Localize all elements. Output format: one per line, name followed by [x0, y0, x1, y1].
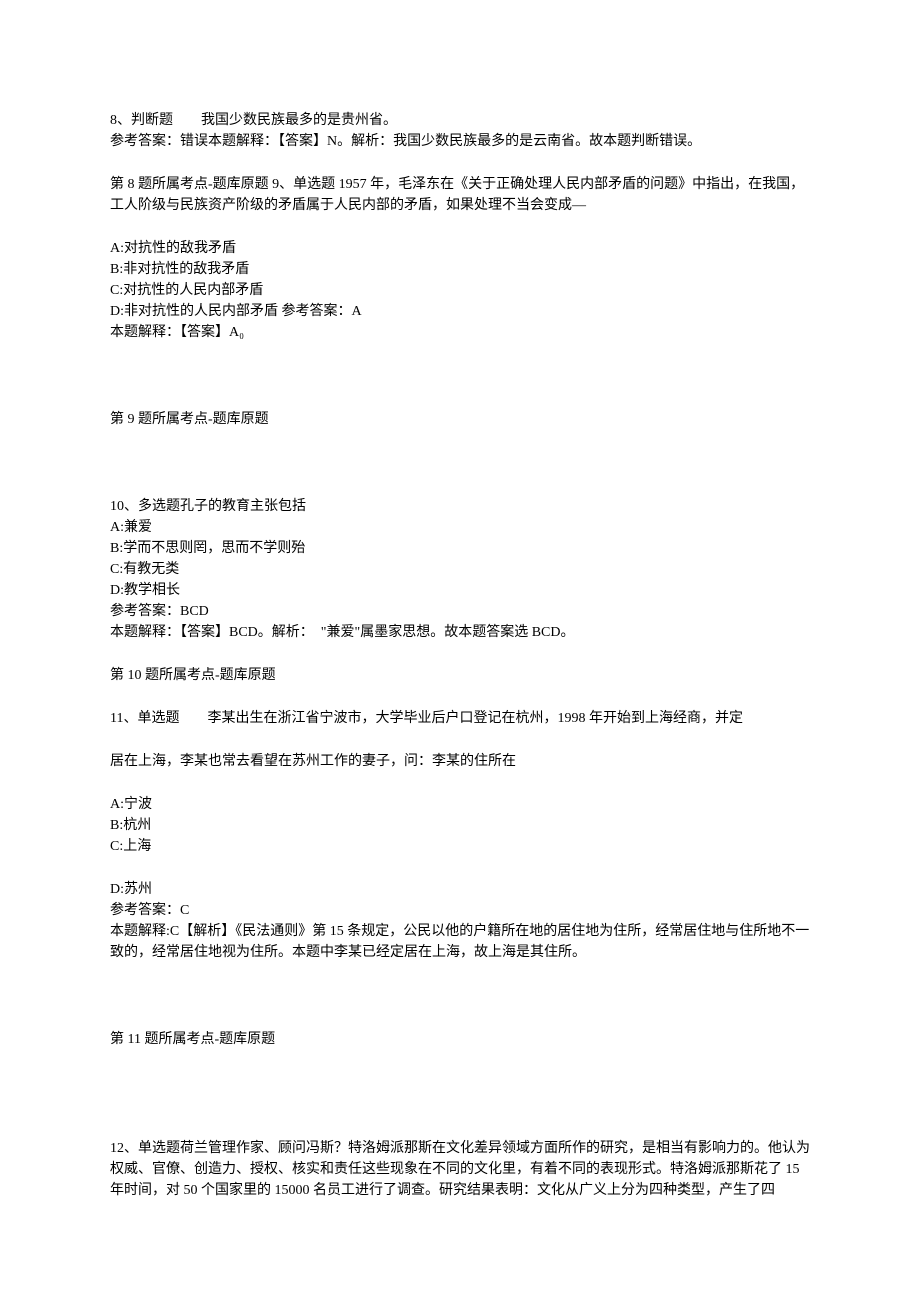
q10-answer: 参考答案：BCD — [110, 601, 810, 622]
q10-option-b: B:学而不思则罔，思而不学则殆 — [110, 538, 810, 559]
q10-option-d: D:教学相长 — [110, 580, 810, 601]
q10-option-c: C:有教无类 — [110, 559, 810, 580]
q9-option-b: B:非对抗性的敌我矛盾 — [110, 259, 810, 280]
q11-explain: 本题解释:C【解析】《民法通则》第 15 条规定，公民以他的户籍所在地的居住地为… — [110, 921, 810, 963]
document-page: 8、判断题 我国少数民族最多的是贵州省。 参考答案：错误本题解释：【答案】N。解… — [0, 0, 920, 1261]
q8-question: 8、判断题 我国少数民族最多的是贵州省。 — [110, 110, 810, 131]
q9-option-a: A:对抗性的敌我矛盾 — [110, 238, 810, 259]
q10-question: 10、多选题孔子的教育主张包括 — [110, 496, 810, 517]
q9-footer: 第 9 题所属考点-题库原题 — [110, 409, 810, 430]
q10-footer: 第 10 题所属考点-题库原题 — [110, 665, 810, 686]
q11-option-b: B:杭州 — [110, 815, 810, 836]
q11-option-a: A:宁波 — [110, 794, 810, 815]
q11-option-c: C:上海 — [110, 836, 810, 857]
q9-intro: 第 8 题所属考点-题库原题 9、单选题 1957 年，毛泽东在《关于正确处理人… — [110, 174, 810, 216]
q9-option-d: D:非对抗性的人民内部矛盾 参考答案：A — [110, 301, 810, 322]
q9-option-c: C:对抗性的人民内部矛盾 — [110, 280, 810, 301]
q9-explain: 本题解释：【答案】A₀ — [110, 322, 810, 343]
q11-answer: 参考答案：C — [110, 900, 810, 921]
q8-answer: 参考答案：错误本题解释：【答案】N。解析：我国少数民族最多的是云南省。故本题判断… — [110, 131, 810, 152]
q12-question: 12、单选题荷兰管理作家、顾问冯斯？特洛姆派那斯在文化差异领域方面所作的研究，是… — [110, 1138, 810, 1201]
q11-question-part2: 居在上海，李某也常去看望在苏州工作的妻子，问：李某的住所在 — [110, 751, 810, 772]
q10-explain: 本题解释：【答案】BCD。解析： "兼爱"属墨家思想。故本题答案选 BCD。 — [110, 622, 810, 643]
q11-footer: 第 11 题所属考点-题库原题 — [110, 1029, 810, 1050]
q10-option-a: A:兼爱 — [110, 517, 810, 538]
q11-option-d: D:苏州 — [110, 879, 810, 900]
q11-question-part1: 11、单选题 李某出生在浙江省宁波市，大学毕业后户口登记在杭州，1998 年开始… — [110, 708, 810, 729]
